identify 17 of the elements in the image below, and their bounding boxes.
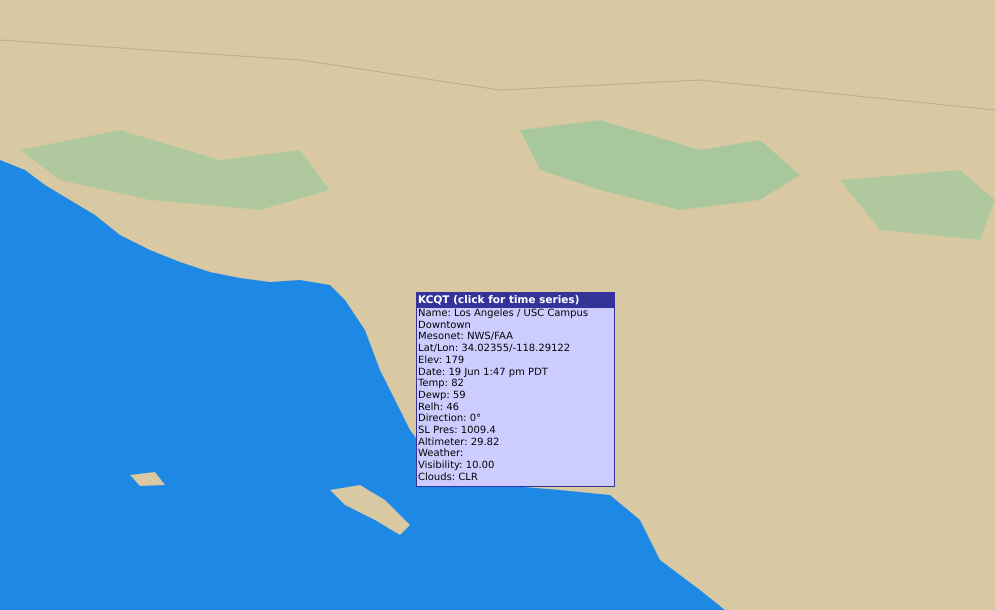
popup-text-line: Temp: 82 (418, 378, 465, 390)
popup-text-line: Dewp: 59 (418, 390, 467, 402)
popup-title[interactable]: KCQT (click for time series) (417, 293, 614, 308)
popup-text-line: Downtown (418, 320, 472, 332)
popup-text-line: Relh: 46 (418, 402, 460, 413)
popup-text-line: Mesonet: NWS/FAA (418, 331, 514, 344)
popup-text-line: Elev: 179 (418, 354, 466, 367)
popup-text-line: Weather: (418, 448, 464, 460)
popup-text-line: Visibility: 10.00 (418, 460, 496, 472)
station-popup[interactable] (416, 292, 615, 487)
popup-text-line: Clouds: CLR (418, 472, 479, 484)
popup-text-line: Name: Los Angeles / USC Campus (418, 308, 590, 320)
popup-text-line: SL Pres: 1009.4 (418, 425, 497, 437)
popup-text-line: Lat/Lon: 34.02355/-118.29122 (418, 343, 572, 355)
popup-text-line: Direction: 0° (418, 413, 482, 426)
popup-text-line: Date: 19 Jun 1:47 pm PDT (418, 366, 549, 378)
popup-text-line: Altimeter: 29.82 (418, 436, 500, 448)
